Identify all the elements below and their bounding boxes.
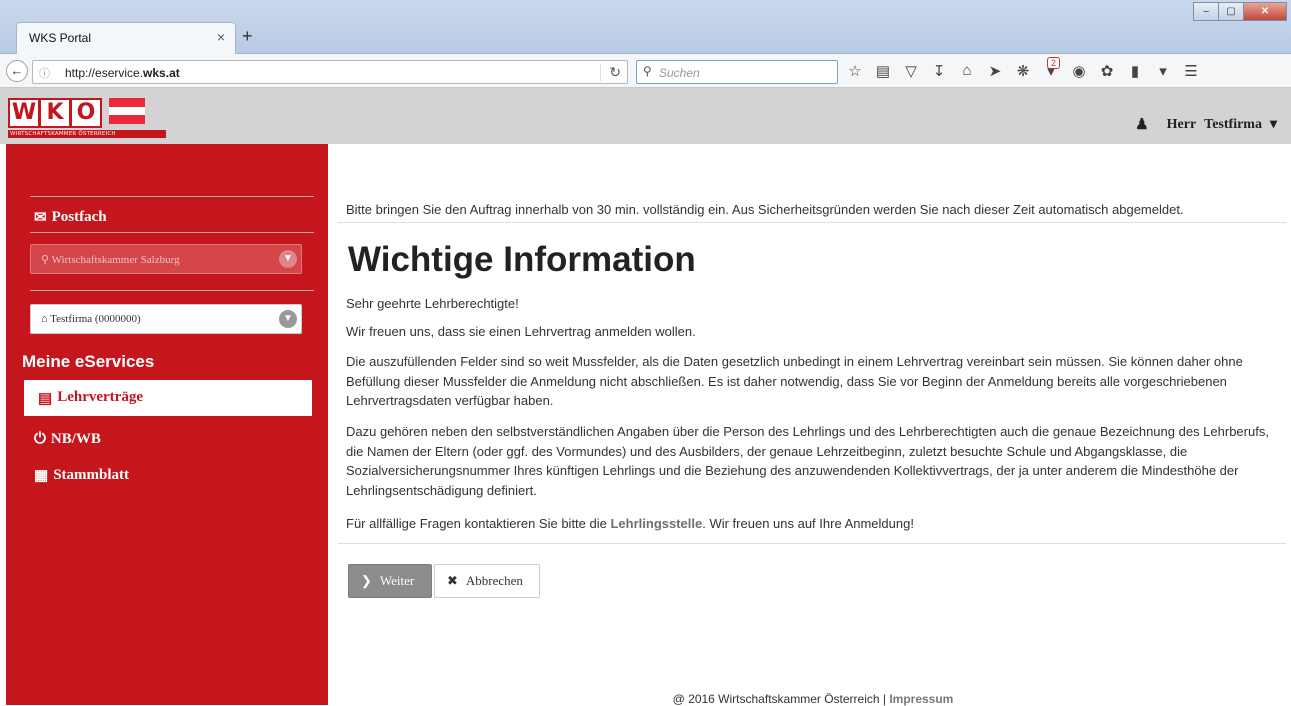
austria-flag <box>109 98 145 125</box>
reload-icon[interactable]: ↻ <box>600 64 621 81</box>
sidebar: ✉ Postfach ⚲ Wirtschaftskammer Salzburg … <box>6 144 328 705</box>
page-title: Wichtige Information <box>348 240 696 279</box>
next-button[interactable]: ❯ Weiter <box>348 564 432 598</box>
clipboard-icon[interactable]: ▮ <box>1126 62 1144 80</box>
chamber-select-value: ⚲ Wirtschaftskammer Salzburg <box>41 254 180 266</box>
logo-subtitle: WIRTSCHAFTSKAMMER ÖSTERREICH <box>8 130 166 138</box>
divider <box>338 543 1286 544</box>
url-text: http://eservice.wks.at <box>65 66 180 80</box>
extension-icon[interactable]: ❋ <box>1014 62 1032 80</box>
search-placeholder: Suchen <box>659 66 700 80</box>
envelope-icon: ✉ <box>34 210 47 226</box>
info-icon[interactable]: ⓘ <box>39 65 50 81</box>
browser-titlebar: WKS Portal × + – ▢ ✕ <box>0 0 1291 54</box>
more-dropdown-icon[interactable]: ▾ <box>1154 62 1172 80</box>
menu-icon[interactable]: ☰ <box>1182 62 1200 80</box>
reading-list-icon[interactable]: ▤ <box>874 62 892 80</box>
power-icon: ⏻ <box>34 431 46 447</box>
details-text: Dazu gehören neben den selbstverständlic… <box>346 424 1269 498</box>
sidebar-item-label: Lehrverträge <box>57 389 143 405</box>
close-window-button[interactable]: ✕ <box>1243 2 1287 21</box>
user-name: Testfirma <box>1204 116 1262 132</box>
intro-text: Wir freuen uns, dass sie einen Lehrvertr… <box>346 324 696 339</box>
session-notice: Bitte bringen Sie den Auftrag innerhalb … <box>346 202 1184 217</box>
logo-letter: W <box>10 100 38 126</box>
url-bar[interactable]: ⓘ http://eservice.wks.at ↻ <box>32 60 628 84</box>
divider <box>30 290 314 291</box>
footer: @ 2016 Wirtschaftskammer Österreich | Im… <box>672 692 954 706</box>
divider <box>30 232 314 233</box>
divider <box>338 222 1286 223</box>
minimize-button[interactable]: – <box>1193 2 1219 21</box>
send-icon[interactable]: ➤ <box>986 62 1004 80</box>
impressum-link[interactable]: Impressum <box>889 692 953 706</box>
divider <box>30 196 314 197</box>
search-bar[interactable]: ⚲ Suchen <box>636 60 838 84</box>
sidebar-item-label: Stammblatt <box>53 467 130 483</box>
bookmark-star-icon[interactable]: ☆ <box>846 62 864 80</box>
mandatory-fields-text: Die auszufüllenden Felder sind so weit M… <box>346 354 1243 408</box>
contact-text: Für allfällige Fragen kontaktieren Sie b… <box>346 516 914 531</box>
new-tab-button[interactable]: + <box>242 26 253 47</box>
wko-logo[interactable]: W K O WIRTSCHAFTSKAMMER ÖSTERREICH <box>8 98 166 138</box>
company-select[interactable]: ⌂ Testfirma (0000000) ▼ <box>30 304 302 334</box>
tab-title: WKS Portal <box>29 31 92 45</box>
window-controls: – ▢ ✕ <box>1193 2 1287 22</box>
sidebar-item-label: NB/WB <box>50 430 101 447</box>
browser-tab[interactable]: WKS Portal × <box>16 22 236 54</box>
user-menu[interactable]: ♟ Herr Testfirma ▾ <box>1135 115 1277 134</box>
next-button-label: Weiter <box>379 573 415 588</box>
user-icon: ♟ <box>1135 117 1149 133</box>
tab-close-icon[interactable]: × <box>217 29 225 45</box>
sidebar-item-lehrvertraege[interactable]: ▤ Lehrverträge <box>24 380 312 416</box>
user-salutation: Herr <box>1166 116 1197 132</box>
chamber-select: ⚲ Wirtschaftskammer Salzburg ▼ <box>30 244 302 274</box>
pocket-icon[interactable]: ▽ <box>902 62 920 80</box>
sidebar-item-postfach[interactable]: ✉ Postfach <box>34 208 107 227</box>
home-icon[interactable]: ⌂ <box>958 62 976 80</box>
list-icon: ▤ <box>38 391 53 407</box>
browser-navbar: ← ⓘ http://eservice.wks.at ↻ ⚲ Suchen ☆ … <box>0 54 1291 88</box>
search-icon: ⚲ <box>643 64 652 78</box>
logo-letter: K <box>41 100 69 126</box>
chevron-down-icon: ▼ <box>279 250 297 268</box>
addon-icon[interactable]: ✿ <box>1098 62 1116 80</box>
browser-toolbar: ☆ ▤ ▽ ↧ ⌂ ➤ ❋ ▾ ◉ ✿ ▮ ▾ ☰ <box>846 62 1200 80</box>
chevron-down-icon[interactable]: ▼ <box>279 310 297 328</box>
lehrlingsstelle-link[interactable]: Lehrlingsstelle <box>610 516 702 531</box>
chat-icon[interactable]: ◉ <box>1070 62 1088 80</box>
sidebar-item-nbwb[interactable]: ⏻ NB/WB <box>34 430 101 448</box>
download-icon[interactable]: ↧ <box>930 62 948 80</box>
cancel-button[interactable]: ✖ Abbrechen <box>434 564 540 598</box>
cancel-button-label: Abbrechen <box>465 573 523 588</box>
page-header: W K O WIRTSCHAFTSKAMMER ÖSTERREICH ♟ Her… <box>0 88 1291 144</box>
document-icon: ▦ <box>34 468 49 484</box>
sidebar-item-stammblatt[interactable]: ▦ Stammblatt <box>34 466 129 485</box>
maximize-button[interactable]: ▢ <box>1218 2 1244 21</box>
greeting-text: Sehr geehrte Lehrberechtigte! <box>346 296 519 311</box>
notification-badge: 2 <box>1047 57 1061 69</box>
services-title: Meine eServices <box>22 352 155 371</box>
chevron-right-icon: ❯ <box>361 573 372 588</box>
company-select-value: ⌂ Testfirma (0000000) <box>41 313 141 325</box>
sidebar-item-label: Postfach <box>51 209 107 225</box>
close-icon: ✖ <box>447 573 458 588</box>
caret-down-icon: ▾ <box>1269 117 1277 132</box>
logo-letter: O <box>72 100 100 126</box>
back-button[interactable]: ← <box>6 60 28 82</box>
